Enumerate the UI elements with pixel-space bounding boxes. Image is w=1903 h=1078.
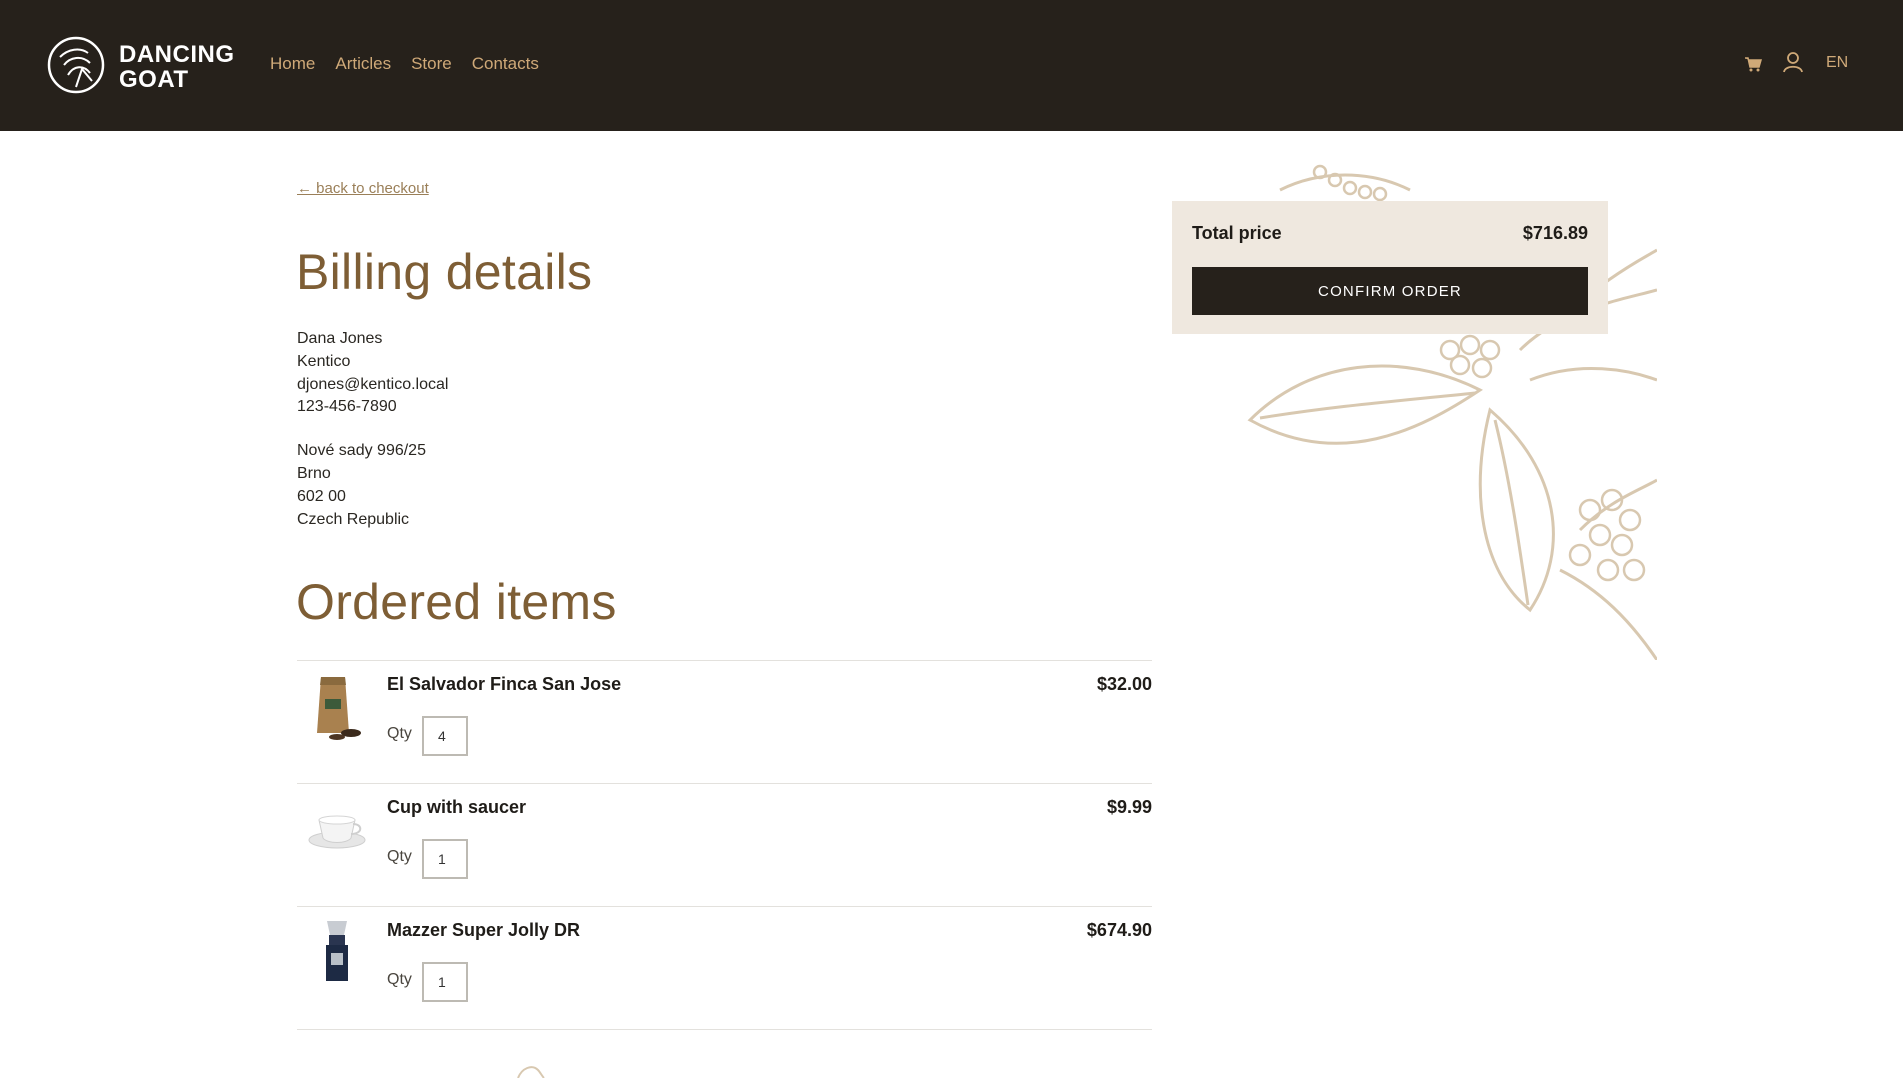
nav-articles[interactable]: Articles (335, 54, 391, 74)
billing-country: Czech Republic (297, 510, 410, 528)
bottom-floral-icon (517, 1066, 545, 1078)
ordered-items-heading: Ordered items (296, 574, 617, 630)
main-nav: Home Articles Store Contacts (270, 54, 539, 74)
item-price: $9.99 (1106, 797, 1152, 817)
brand-line-1: DANCING (119, 41, 235, 68)
list-item: Cup with saucer $9.99 Qty (297, 784, 1152, 907)
total-price-label: Total price (1192, 223, 1282, 243)
billing-city: Brno (297, 464, 331, 482)
qty-label: Qty (387, 971, 412, 988)
coffee-bag-image (317, 677, 361, 740)
billing-street: Nové sady 996/25 (297, 442, 426, 460)
billing-details-heading: Billing details (296, 244, 593, 300)
item-name: Cup with saucer (387, 797, 527, 817)
language-switcher[interactable]: EN (1826, 54, 1848, 72)
cup-image (308, 815, 366, 849)
billing-phone: 123-456-7890 (297, 398, 397, 416)
goat-logo-icon[interactable] (46, 35, 106, 95)
nav-home[interactable]: Home (270, 54, 315, 74)
qty-label: Qty (387, 725, 412, 742)
header-actions: EN (1703, 50, 1903, 80)
user-icon[interactable] (1782, 51, 1804, 73)
list-item: Mazzer Super Jolly DR $674.90 Qty (297, 907, 1152, 1030)
brand-line-2: GOAT (119, 66, 189, 93)
grinder-image (326, 921, 348, 981)
quantity-input[interactable] (422, 962, 468, 1002)
quantity-input[interactable] (422, 716, 468, 756)
item-price: $674.90 (1086, 920, 1152, 940)
item-price: $32.00 (1096, 674, 1152, 694)
qty-label: Qty (387, 848, 412, 865)
order-summary-panel: Total price $716.89 CONFIRM ORDER (1172, 201, 1608, 334)
billing-name: Dana Jones (297, 330, 383, 347)
list-item: El Salvador Finca San Jose $32.00 Qty (297, 661, 1152, 784)
brand-name[interactable]: DANCING GOAT (119, 42, 235, 92)
billing-email: djones@kentico.local (297, 375, 449, 393)
nav-contacts[interactable]: Contacts (472, 54, 539, 74)
quantity-input[interactable] (422, 839, 468, 879)
nav-store[interactable]: Store (411, 54, 452, 74)
billing-zip: 602 00 (297, 487, 346, 505)
billing-address: Dana Jones Kentico djones@kentico.local … (297, 328, 448, 531)
item-name: El Salvador Finca San Jose (387, 674, 622, 694)
total-price-value: $716.89 (1522, 223, 1588, 243)
back-to-checkout-link[interactable]: ← back to checkout (297, 180, 429, 197)
confirm-order-button[interactable]: CONFIRM ORDER (1192, 267, 1588, 315)
billing-company: Kentico (297, 352, 351, 370)
cart-icon[interactable] (1744, 56, 1762, 72)
ordered-items-list: El Salvador Finca San Jose $32.00 Qty Cu… (297, 660, 1152, 1030)
item-name: Mazzer Super Jolly DR (387, 920, 581, 940)
site-header: DANCING GOAT Home Articles Store Contact… (0, 0, 1903, 131)
